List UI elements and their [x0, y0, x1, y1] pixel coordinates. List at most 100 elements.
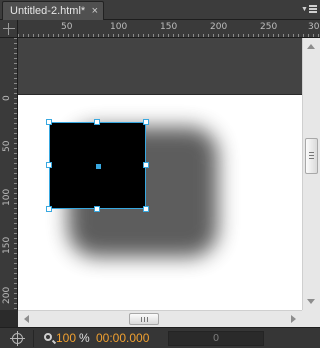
ruler-tick: [173, 34, 174, 37]
ruler-tick: [14, 263, 17, 264]
ruler-origin-corner[interactable]: [0, 20, 18, 38]
ruler-tick: [178, 34, 179, 37]
ruler-tick: [14, 53, 17, 54]
ruler-tick: [198, 34, 199, 37]
ruler-tick: [308, 34, 309, 37]
document-tab[interactable]: Untitled-2.html* ×: [2, 1, 104, 20]
transform-center-point[interactable]: [96, 164, 101, 169]
ruler-tick: [108, 34, 109, 37]
vertical-scrollbar[interactable]: [302, 38, 320, 310]
close-tab-icon[interactable]: ×: [92, 2, 98, 20]
ruler-tick: [14, 208, 17, 209]
document-tab-title: Untitled-2.html*: [10, 5, 86, 17]
ruler-tick: [14, 108, 17, 109]
resize-handle-bottom-left[interactable]: [46, 206, 52, 212]
ruler-tick: [228, 34, 229, 37]
ruler-label: 250: [260, 22, 278, 32]
ruler-tick: [203, 34, 204, 37]
pasteboard-area: [18, 38, 302, 95]
menu-lines-icon: [309, 5, 317, 13]
ruler-tick: [14, 58, 17, 59]
ruler-tick: [14, 168, 17, 169]
ruler-tick: [208, 34, 209, 37]
resize-handle-left[interactable]: [46, 162, 52, 168]
ruler-tick: [293, 34, 294, 37]
status-bar: 100 % 00:00.000 0: [0, 327, 320, 348]
ruler-tick: [14, 193, 17, 194]
selected-rectangle[interactable]: [46, 119, 149, 212]
ruler-tick: [158, 34, 159, 37]
ruler-tick: [18, 34, 19, 37]
ruler-tick: [243, 34, 244, 37]
scroll-left-arrow-icon[interactable]: [24, 315, 29, 323]
ruler-tick: [113, 34, 114, 37]
ruler-tick: [14, 73, 17, 74]
ruler-tick: [14, 238, 17, 239]
ruler-tick: [14, 233, 17, 234]
ruler-tick: [58, 34, 59, 37]
ruler-tick: [168, 34, 169, 37]
resize-handle-right[interactable]: [143, 162, 149, 168]
ruler-tick: [318, 34, 319, 37]
ruler-tick: [14, 103, 17, 104]
zoom-icon[interactable]: [44, 333, 52, 341]
grip-line: [141, 317, 142, 322]
ruler-tick: [14, 253, 17, 254]
ruler-label: 150: [160, 22, 178, 32]
ruler-tick: [143, 34, 144, 37]
vertical-ruler[interactable]: 0 50 100 150 200: [0, 38, 18, 310]
horizontal-ruler[interactable]: 50 100 150 200 250 30: [18, 20, 320, 38]
resize-handle-bottom[interactable]: [94, 206, 100, 212]
resize-handle-top[interactable]: [94, 119, 100, 125]
ruler-tick: [213, 34, 214, 37]
ruler-tick: [14, 163, 17, 164]
ruler-tick: [233, 34, 234, 37]
ruler-tick: [148, 34, 149, 37]
ruler-tick: [14, 133, 17, 134]
ruler-tick: [14, 48, 17, 49]
ruler-label: 50: [2, 140, 12, 152]
zoom-level[interactable]: 100: [56, 331, 76, 345]
ruler-tick: [14, 183, 17, 184]
scroll-down-arrow-icon[interactable]: [307, 299, 315, 304]
ruler-tick: [14, 143, 17, 144]
ruler-tick: [14, 273, 17, 274]
resize-handle-top-left[interactable]: [46, 119, 52, 125]
scroll-right-arrow-icon[interactable]: [291, 315, 296, 323]
grip-line: [147, 317, 148, 322]
stage-canvas[interactable]: [18, 95, 302, 310]
ruler-tick: [14, 93, 17, 94]
ruler-tick: [14, 223, 17, 224]
ruler-tick: [238, 34, 239, 37]
ruler-tick: [14, 258, 17, 259]
dropdown-arrow-icon: ▼: [301, 6, 308, 13]
grip-line: [309, 152, 314, 153]
crosshair-icon[interactable]: [10, 331, 25, 346]
ruler-tick: [183, 34, 184, 37]
panel-options-icon[interactable]: ▼: [301, 3, 317, 15]
ruler-tick: [14, 248, 17, 249]
ruler-tick: [14, 213, 17, 214]
ruler-tick: [163, 34, 164, 37]
scrollbar-corner: [302, 310, 320, 327]
resize-handle-top-right[interactable]: [143, 119, 149, 125]
ruler-tick: [14, 118, 17, 119]
ruler-tick: [14, 178, 17, 179]
vertical-scroll-thumb[interactable]: [305, 138, 318, 174]
ruler-tick: [53, 34, 54, 37]
ruler-tick: [273, 34, 274, 37]
frame-field[interactable]: 0: [168, 331, 264, 346]
grip-line: [309, 155, 314, 156]
resize-handle-bottom-right[interactable]: [143, 206, 149, 212]
ruler-tick: [14, 128, 17, 129]
ruler-tick: [14, 308, 17, 309]
horizontal-scroll-thumb[interactable]: [129, 313, 159, 325]
ruler-label: 0: [2, 95, 12, 101]
ruler-tick: [253, 34, 254, 37]
ruler-tick: [14, 303, 17, 304]
ruler-tick: [138, 34, 139, 37]
timecode-display[interactable]: 00:00.000: [96, 331, 149, 345]
horizontal-scrollbar[interactable]: [18, 310, 302, 327]
ruler-tick: [14, 83, 17, 84]
scroll-up-arrow-icon[interactable]: [307, 44, 315, 49]
